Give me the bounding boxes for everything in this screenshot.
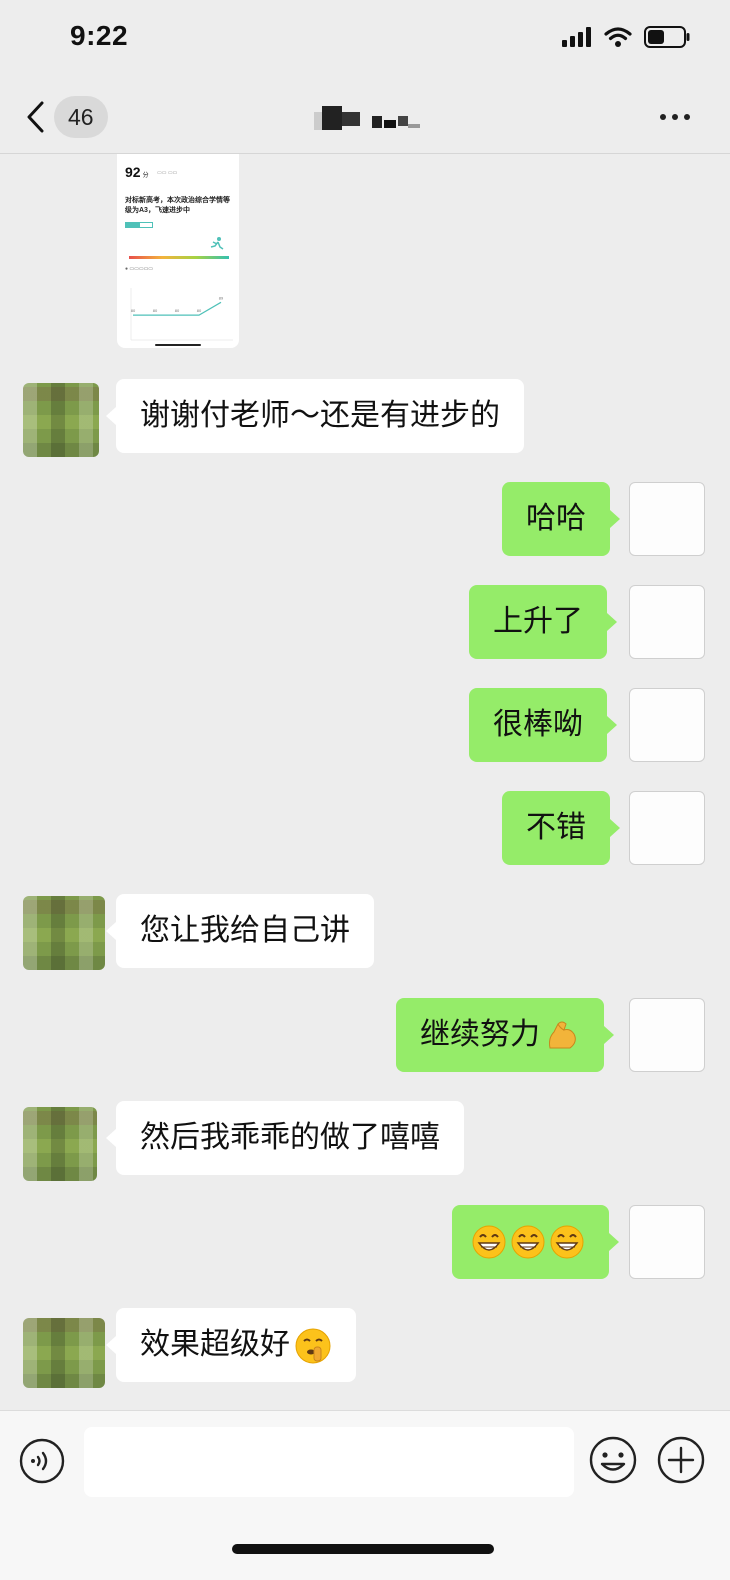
status-time: 9:22 [70, 20, 129, 51]
flexed-biceps-icon [549, 1021, 576, 1049]
my-avatar[interactable] [629, 585, 705, 659]
message-bubble-received[interactable]: 然后我乖乖的做了嘻嘻 [106, 1101, 464, 1175]
card-subtitle: ▭▭ ▭▭ [157, 170, 178, 176]
voice-icon[interactable] [18, 1435, 68, 1485]
more-button[interactable] [660, 102, 700, 132]
chevron-left-icon [27, 101, 44, 133]
battery-icon [644, 26, 690, 48]
runner-icon [210, 237, 224, 250]
cellular-signal-icon [562, 27, 591, 47]
card-home-indicator [155, 344, 201, 346]
my-avatar[interactable] [629, 482, 705, 556]
my-avatar[interactable] [629, 791, 705, 865]
card-legend: ● ▭▭▭▭▭ [125, 266, 154, 272]
message-bubble-received[interactable]: 您让我给自己讲 [106, 894, 374, 968]
contact-avatar[interactable] [23, 896, 105, 970]
message-text: 继续努力 [420, 1018, 540, 1051]
message-bubble-sent[interactable] [452, 1205, 619, 1279]
message-bubble-sent[interactable]: 不错 [502, 791, 620, 865]
trend-point-label: 80 [131, 308, 136, 313]
card-tab [139, 222, 153, 228]
trend-point-label: 89 [219, 295, 224, 300]
card-description: 对标新高考，本次政治综合学情等级为A3，飞速进步中 [125, 197, 230, 214]
message-bubble-sent[interactable]: 继续努力 [396, 998, 614, 1072]
shushing-face-icon [295, 1328, 331, 1364]
contact-avatar[interactable] [23, 383, 99, 457]
message-bubble-sent[interactable]: 哈哈 [502, 482, 620, 556]
contact-avatar[interactable] [23, 1107, 97, 1181]
more-dots-icon [660, 114, 666, 120]
chat-title-pixelated [314, 106, 420, 130]
contact-avatar[interactable] [23, 1318, 105, 1388]
emoji-smile-icon[interactable] [588, 1435, 638, 1485]
score-trend-chart: 80 80 80 80 89 [130, 288, 233, 341]
message-bubble-received[interactable]: 效果超级好 [106, 1308, 356, 1382]
input-bar [0, 1410, 730, 1580]
message-bubble-sent[interactable]: 上升了 [469, 585, 617, 659]
status-bar: 9:22 [0, 0, 730, 80]
home-indicator [232, 1544, 494, 1554]
card-tabs [125, 222, 153, 228]
plus-circle-icon[interactable] [656, 1435, 706, 1485]
card-tab [125, 222, 139, 228]
level-gradient-bar [129, 256, 229, 259]
message-bubble-received[interactable]: 谢谢付老师～还是有进步的 [106, 379, 524, 453]
my-avatar[interactable] [629, 688, 705, 762]
message-input[interactable] [84, 1427, 574, 1497]
message-bubble-sent[interactable]: 很棒呦 [469, 688, 617, 762]
unread-count-badge: 46 [54, 96, 108, 138]
wifi-icon [604, 27, 632, 47]
grinning-face-x3-icon [472, 1225, 584, 1259]
my-avatar[interactable] [629, 998, 705, 1072]
card-score: 92 分 [125, 164, 149, 180]
back-button[interactable]: 46 [24, 94, 124, 140]
trend-point-label: 80 [153, 308, 158, 313]
trend-point-label: 80 [197, 308, 202, 313]
status-icons [562, 26, 690, 48]
chat-header: 46 [0, 80, 730, 154]
trend-point-label: 80 [175, 308, 180, 313]
my-avatar[interactable] [629, 1205, 705, 1279]
message-text: 效果超级好 [140, 1328, 290, 1361]
shared-image-message[interactable]: 92 分 ▭▭ ▭▭ 对标新高考，本次政治综合学情等级为A3，飞速进步中 ● ▭▭… [117, 154, 239, 348]
